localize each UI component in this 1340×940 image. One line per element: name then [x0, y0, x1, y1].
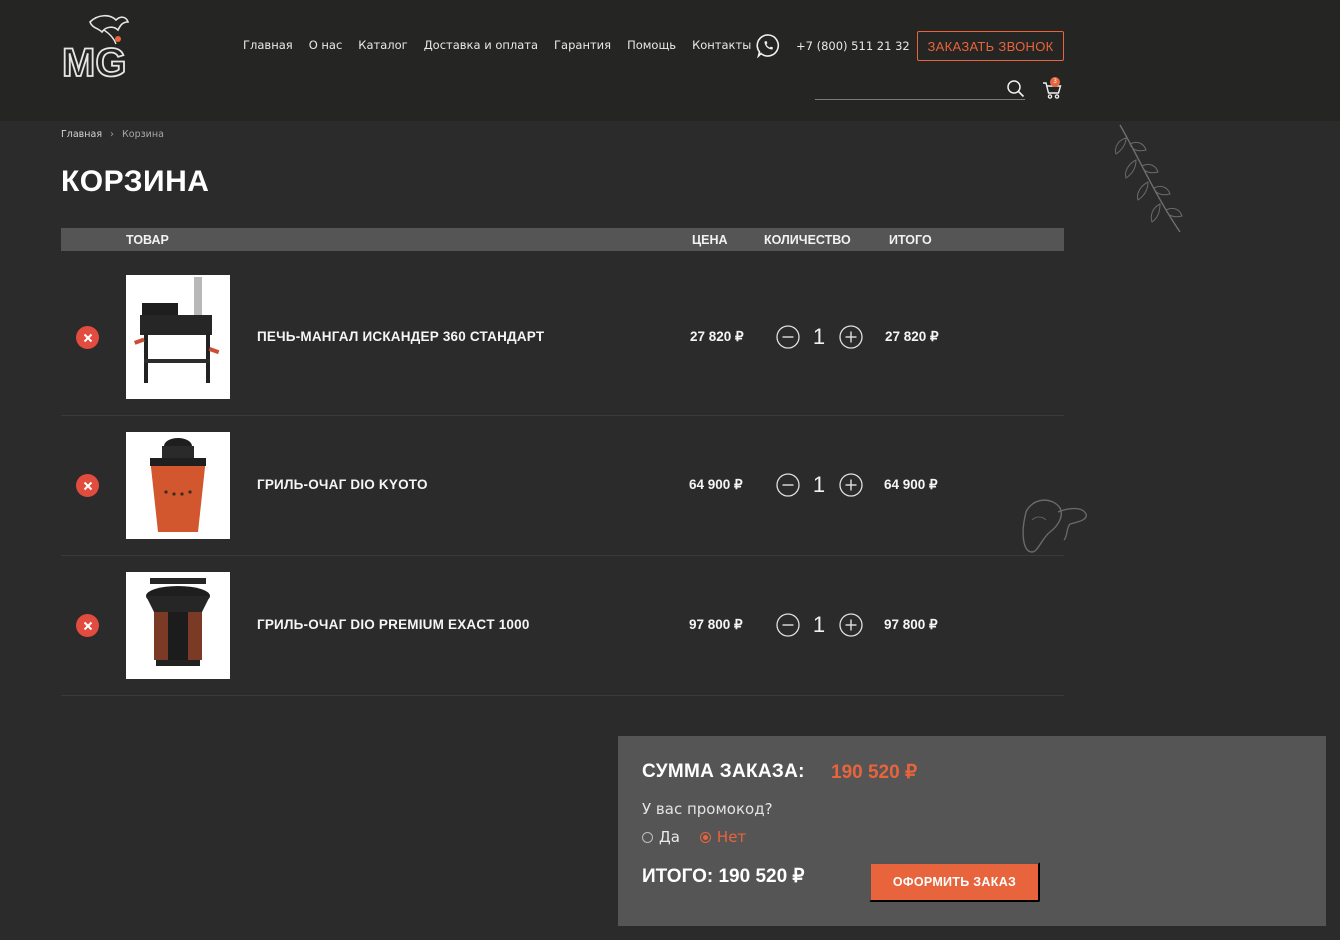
remove-button[interactable]	[76, 614, 99, 637]
product-image[interactable]	[126, 572, 230, 679]
row-total: 64 900 ₽	[884, 477, 938, 492]
order-sum-value: 190 520 ₽	[831, 762, 918, 783]
site-header: MG Главная О нас Каталог Доставка и опла…	[0, 0, 1340, 121]
minus-icon[interactable]	[776, 613, 800, 637]
cart-count-badge: 3	[1050, 77, 1060, 87]
grill-premium-image	[146, 578, 210, 666]
whatsapp-icon[interactable]	[756, 33, 781, 58]
product-name[interactable]: ПЕЧЬ-МАНГАЛ ИСКАНДЕР 360 СТАНДАРТ	[257, 329, 544, 344]
grill-kyoto-image	[150, 438, 206, 532]
minus-icon[interactable]	[776, 325, 800, 349]
breadcrumb-current: Корзина	[122, 129, 164, 140]
order-summary: СУММА ЗАКАЗА: 190 520 ₽ У вас промокод? …	[618, 736, 1326, 926]
main-nav: Главная О нас Каталог Доставка и оплата …	[243, 38, 767, 52]
logo-dragon-icon: MG	[61, 14, 130, 86]
col-price: ЦЕНА	[692, 233, 728, 247]
product-price: 64 900 ₽	[689, 477, 743, 492]
nav-home[interactable]: Главная	[243, 38, 293, 52]
breadcrumb: Главная › Корзина	[61, 129, 164, 140]
plus-icon[interactable]	[839, 325, 863, 349]
col-quantity: КОЛИЧЕСТВО	[764, 233, 851, 247]
nav-about[interactable]: О нас	[309, 38, 343, 52]
chevron-right-icon: ›	[110, 129, 115, 140]
row-total: 97 800 ₽	[884, 617, 938, 632]
promo-question: У вас промокод?	[642, 800, 773, 818]
table-row: ГРИЛЬ-ОЧАГ DIO PREMIUM EXACT 1000 97 800…	[61, 556, 1064, 696]
quantity-value[interactable]: 1	[809, 612, 829, 638]
breadcrumb-home[interactable]: Главная	[61, 129, 102, 140]
col-product: ТОВАР	[126, 233, 169, 247]
minus-icon[interactable]	[776, 473, 800, 497]
nav-warranty[interactable]: Гарантия	[554, 38, 611, 52]
product-price: 27 820 ₽	[690, 329, 744, 344]
product-name[interactable]: ГРИЛЬ-ОЧАГ DIO KYOTO	[257, 477, 428, 492]
page-title: КОРЗИНА	[61, 165, 210, 198]
nav-delivery[interactable]: Доставка и оплата	[424, 38, 538, 52]
row-total: 27 820 ₽	[885, 329, 939, 344]
table-row: ПЕЧЬ-МАНГАЛ ИСКАНДЕР 360 СТАНДАРТ 27 820…	[61, 251, 1064, 416]
order-sum-label: СУММА ЗАКАЗА:	[642, 761, 805, 782]
product-image[interactable]	[126, 432, 230, 539]
promo-radio-group: Да Нет	[642, 828, 746, 846]
remove-button[interactable]	[76, 474, 99, 497]
leaf-decoration-icon	[1115, 124, 1183, 233]
nav-contacts[interactable]: Контакты	[692, 38, 751, 52]
table-row: ГРИЛЬ-ОЧАГ DIO KYOTO 64 900 ₽ 1 64 900 ₽	[61, 416, 1064, 556]
col-total: ИТОГО	[889, 233, 932, 247]
product-price: 97 800 ₽	[689, 617, 743, 632]
remove-icon	[83, 333, 92, 342]
nav-catalog[interactable]: Каталог	[358, 38, 407, 52]
promo-no-label[interactable]: Нет	[717, 828, 746, 846]
search-input[interactable]	[815, 99, 1025, 100]
cart-table-header: ТОВАР ЦЕНА КОЛИЧЕСТВО ИТОГО	[61, 228, 1064, 251]
callback-button[interactable]: ЗАКАЗАТЬ ЗВОНОК	[917, 31, 1064, 61]
remove-icon	[83, 481, 92, 490]
plus-icon[interactable]	[839, 613, 863, 637]
remove-button[interactable]	[76, 326, 99, 349]
promo-yes-label[interactable]: Да	[659, 828, 680, 846]
promo-no-radio[interactable]	[699, 831, 711, 843]
grand-total: ИТОГО: 190 520 ₽	[642, 866, 805, 887]
nav-help[interactable]: Помощь	[627, 38, 676, 52]
quantity-value[interactable]: 1	[809, 324, 829, 350]
checkout-button[interactable]: ОФОРМИТЬ ЗАКАЗ	[869, 862, 1040, 902]
product-image[interactable]	[126, 275, 230, 399]
promo-yes-radio[interactable]	[642, 831, 653, 843]
svg-text:MG: MG	[62, 41, 126, 80]
logo[interactable]: MG	[60, 12, 144, 86]
quantity-value[interactable]: 1	[809, 472, 829, 498]
plus-icon[interactable]	[839, 473, 863, 497]
remove-icon	[83, 621, 92, 630]
search-icon[interactable]	[1006, 79, 1025, 98]
phone-number[interactable]: +7 (800) 511 21 32	[796, 39, 910, 53]
product-name[interactable]: ГРИЛЬ-ОЧАГ DIO PREMIUM EXACT 1000	[257, 617, 530, 632]
grill-stove-image	[134, 277, 220, 383]
